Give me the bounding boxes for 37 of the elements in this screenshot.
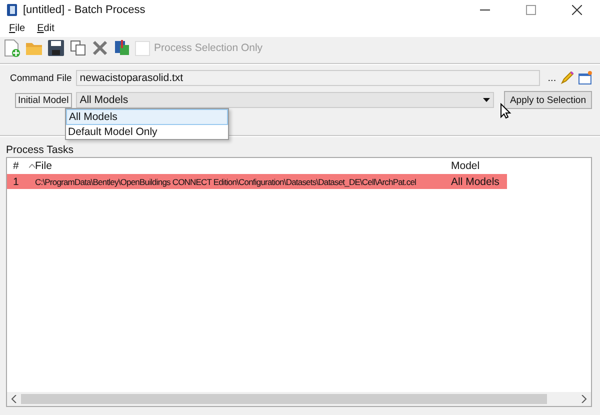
menu-item[interactable]: Edit	[37, 23, 54, 34]
column-header[interactable]: #	[13, 160, 19, 172]
cursor-icon	[500, 103, 512, 119]
window-title: [untitled] - Batch Process	[23, 4, 146, 16]
new-document-icon[interactable]	[3, 39, 21, 57]
table-row[interactable]: 1 C:\ProgramData\Bentley\OpenBuildings CONNECT Edition\Configuration\Datasets\Dataset_DE\Cell\ArchPat.cel All Models	[7, 174, 507, 189]
copy-icon[interactable]	[69, 39, 87, 57]
pencil-icon[interactable]	[560, 71, 574, 85]
horizontal-scrollbar[interactable]	[7, 392, 591, 406]
delete-icon[interactable]	[91, 39, 109, 57]
menu-item[interactable]: File	[9, 23, 26, 34]
column-header[interactable]: Model	[451, 160, 480, 172]
field-label: Command File	[10, 72, 72, 84]
input-field[interactable]: newacistoparasolid.txt	[76, 70, 540, 86]
field-label: Initial Model	[15, 92, 72, 108]
column-header[interactable]: File	[35, 160, 52, 172]
save-icon[interactable]	[47, 39, 65, 57]
scroll-left-icon[interactable]	[11, 395, 17, 403]
section-title: Process Tasks	[5, 143, 74, 157]
dropdown-option[interactable]: All Models	[66, 109, 228, 125]
app-icon	[6, 2, 18, 16]
window-icon[interactable]	[578, 71, 592, 85]
table-cell-text: C:\ProgramData\Bentley\OpenBuildings CONNECT Edition\Configuration\Datasets\Dataset_DE\Cell\ArchPat.cel	[35, 176, 418, 186]
scrollbar-thumb[interactable]	[21, 394, 547, 404]
table-cell-text: All Models	[451, 176, 500, 188]
browse-button[interactable]: ...	[548, 72, 556, 84]
apply-button[interactable]: Apply to Selection	[504, 91, 592, 109]
scroll-right-icon[interactable]	[581, 395, 587, 403]
sort-icon[interactable]	[28, 164, 35, 168]
export-icon[interactable]	[113, 39, 131, 57]
table-cell-text: 1	[12, 176, 20, 188]
maximize-icon[interactable]	[526, 4, 536, 14]
dropdown-option[interactable]: Default Model Only	[66, 125, 228, 139]
checkbox-label: Process Selection Only	[154, 42, 263, 54]
close-icon[interactable]	[572, 4, 582, 14]
dropdown-arrow-icon[interactable]	[482, 98, 490, 102]
model-dropdown[interactable]: All Models	[76, 92, 494, 108]
